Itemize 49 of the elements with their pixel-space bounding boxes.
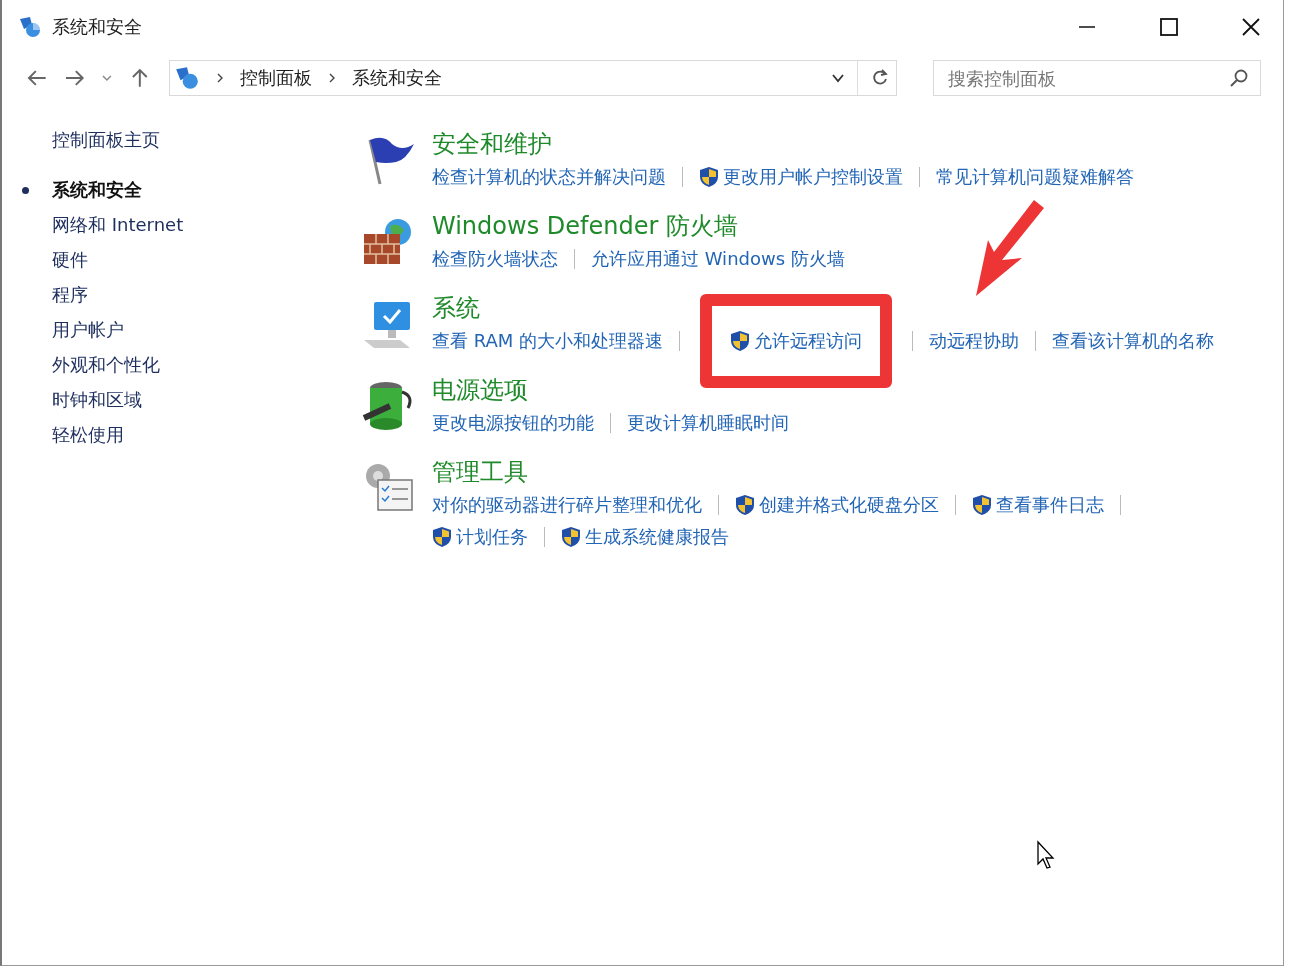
section-title[interactable]: 管理工具 (432, 456, 528, 488)
close-icon[interactable] (1241, 17, 1261, 37)
sidebar-item[interactable]: 轻松使用 (52, 423, 124, 447)
section-title[interactable]: Windows Defender 防火墙 (432, 210, 738, 242)
window-title: 系统和安全 (52, 15, 142, 39)
task-link[interactable]: 查看 RAM 的大小和处理器速 (432, 326, 664, 356)
uac-shield-icon (972, 494, 992, 516)
task-link[interactable]: 对你的驱动器进行碎片整理和优化 (432, 490, 702, 520)
uac-shield-icon (561, 526, 581, 548)
task-link[interactable]: 更改电源按钮的功能 (432, 408, 594, 438)
task-link[interactable]: 查看事件日志 (972, 490, 1104, 520)
task-link[interactable]: 查看该计算机的名称 (1052, 326, 1215, 356)
section-title[interactable]: 系统 (432, 292, 480, 324)
task-link[interactable]: 动远程协助 (929, 326, 1020, 356)
search-icon[interactable] (1229, 68, 1249, 88)
sidebar-item[interactable]: 外观和个性化 (52, 353, 160, 377)
task-link[interactable]: 允许远程访问 (700, 294, 893, 388)
uac-shield-icon (735, 494, 755, 516)
uac-shield-icon (432, 526, 452, 548)
bullet-icon (22, 186, 29, 194)
chevron-right-icon (327, 73, 336, 83)
sidebar-item[interactable]: 用户帐户 (52, 318, 124, 342)
task-link[interactable]: 常见计算机问题疑难解答 (936, 162, 1134, 192)
chevron-right-icon (215, 73, 224, 83)
sidebar-item[interactable]: 时钟和区域 (52, 388, 142, 412)
task-link[interactable]: 检查防火墙状态 (432, 244, 558, 274)
sidebar-item[interactable]: 程序 (52, 283, 88, 307)
sidebar-item[interactable]: 网络和 Internet (52, 213, 184, 237)
task-link[interactable]: 检查计算机的状态并解决问题 (432, 162, 666, 192)
address-bar[interactable]: 控制面板 系统和安全 (168, 60, 897, 96)
task-link[interactable]: 创建并格式化硬盘分区 (735, 490, 939, 520)
section-title[interactable]: 安全和维护 (432, 128, 552, 160)
task-link[interactable]: 允许应用通过 Windows 防火墙 (591, 244, 845, 274)
section-title[interactable]: 电源选项 (432, 374, 528, 406)
search-field[interactable]: 搜索控制面板 (933, 60, 1261, 96)
breadcrumb[interactable]: 控制面板 (239, 66, 312, 90)
task-link[interactable]: 更改用户帐户控制设置 (699, 162, 903, 192)
forward-arrow-icon[interactable] (63, 67, 86, 89)
task-link[interactable]: 计划任务 (432, 522, 528, 552)
sidebar-link[interactable]: 控制面板主页 (52, 128, 160, 152)
mouse-cursor-icon (1036, 840, 1056, 870)
uac-shield-icon (699, 166, 719, 188)
task-link[interactable]: 更改计算机睡眠时间 (627, 408, 789, 438)
sidebar-item[interactable]: 系统和安全 (52, 178, 142, 202)
breadcrumb[interactable]: 系统和安全 (351, 66, 442, 90)
uac-shield-icon (730, 330, 751, 352)
sidebar-item[interactable]: 硬件 (52, 248, 88, 272)
task-link[interactable]: 生成系统健康报告 (561, 522, 729, 552)
maximize-icon[interactable] (1159, 17, 1179, 37)
